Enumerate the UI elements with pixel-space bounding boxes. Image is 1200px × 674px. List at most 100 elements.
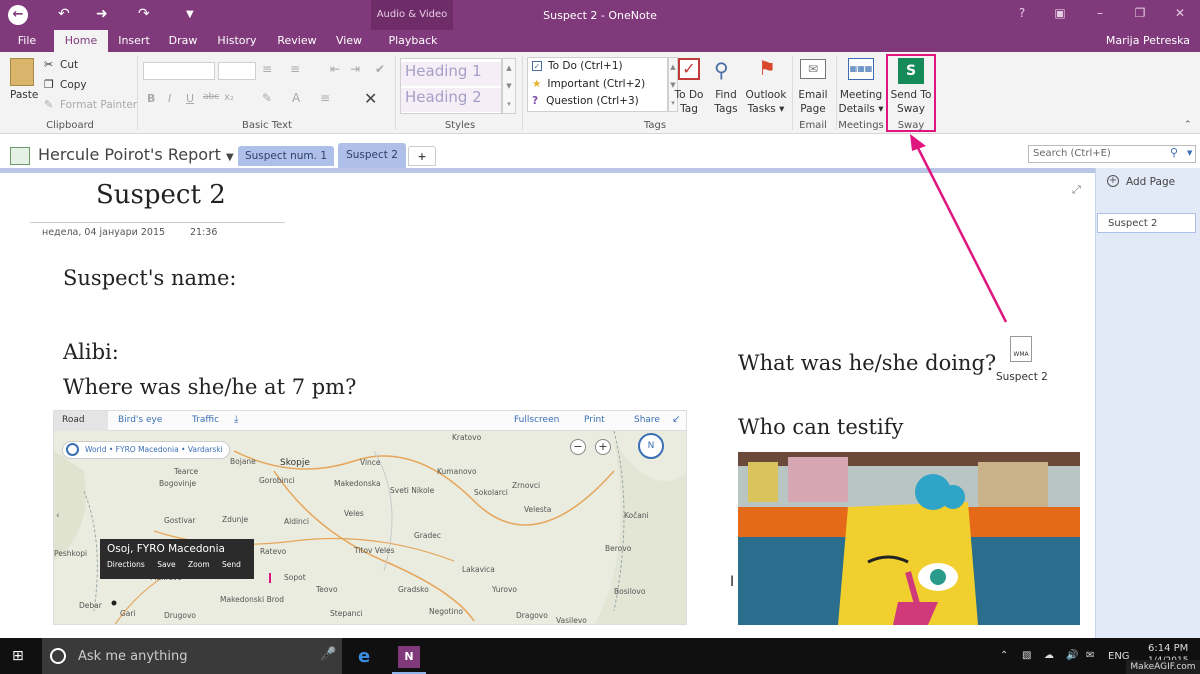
cut-button[interactable]: Cut (60, 59, 78, 71)
highlight-icon[interactable]: ✎ (262, 91, 272, 105)
notebook-name[interactable]: Hercule Poirot's Report ▼ (38, 145, 234, 164)
map-collapse-icon[interactable]: ↙ (672, 414, 680, 425)
cut-icon[interactable]: ✂ (44, 58, 53, 71)
tags-gallery[interactable]: ✓ To Do (Ctrl+1) ★ Important (Ctrl+2) ? Que… (527, 57, 668, 112)
map-breadcrumb[interactable]: World • FYRO Macedonia • Vardarski (62, 441, 230, 459)
search-icon[interactable]: ⚲ (1170, 146, 1178, 159)
map-share-button[interactable]: Share (634, 415, 660, 425)
volume-icon[interactable]: 🔊 (1066, 650, 1078, 661)
paste-button[interactable]: Paste (10, 89, 38, 101)
todo-tag-button[interactable]: To Do Tag (672, 88, 706, 116)
numbering-icon[interactable]: ≡ (290, 62, 300, 76)
attachment-label[interactable]: Suspect 2 (996, 371, 1048, 383)
tab-playback[interactable]: Playback (380, 30, 446, 52)
format-painter-icon[interactable]: ✎ (44, 98, 53, 111)
who-testify-question[interactable]: Who can testify (738, 415, 903, 439)
map-location-popup[interactable]: Osoj, FYRO Macedonia Directions Save Zoo… (100, 539, 254, 579)
copy-button[interactable]: Copy (60, 79, 87, 91)
style-heading-1[interactable]: Heading 1 (401, 62, 501, 86)
tab-review[interactable]: Review (270, 30, 324, 52)
italic-icon[interactable]: I (168, 92, 171, 105)
meeting-details-button[interactable]: Meeting Details ▾ (838, 88, 884, 116)
map-fullscreen-button[interactable]: Fullscreen (514, 415, 559, 425)
strikethrough-icon[interactable]: abc (203, 92, 219, 102)
underline-icon[interactable]: U (186, 92, 194, 105)
section-tab-suspect-2[interactable]: Suspect 2 (338, 143, 406, 168)
taskbar-search[interactable]: Ask me anything 🎤 (42, 638, 342, 674)
minimize-icon[interactable]: – (1080, 6, 1120, 20)
styles-scroll[interactable]: ▲ ▼ ▾ (502, 58, 516, 114)
zoom-in-icon[interactable]: + (595, 439, 611, 455)
style-heading-2[interactable]: Heading 2 (401, 88, 501, 112)
map-image[interactable]: Road Bird's eye Traffic ⤓ Fullscreen Pri… (53, 410, 687, 625)
format-painter-button[interactable]: Format Painter (60, 99, 137, 111)
todo-tag-icon[interactable]: ✓ (678, 58, 700, 80)
map-pan-left-icon[interactable]: ‹ (56, 511, 60, 521)
outlook-tasks-button[interactable]: Outlook Tasks ▾ (744, 88, 788, 116)
font-color-icon[interactable]: A (292, 91, 300, 105)
clock-time[interactable]: 6:14 PM (1148, 643, 1188, 654)
page-list-item[interactable]: Suspect 2 (1097, 213, 1196, 233)
styles-gallery[interactable]: Heading 1 Heading 2 (400, 58, 502, 114)
delete-icon[interactable]: ✕ (364, 89, 377, 108)
align-icon[interactable]: ≡ (320, 91, 330, 105)
map-traffic-button[interactable]: Traffic (192, 415, 219, 425)
what-doing-question[interactable]: What was he/she doing? (738, 351, 996, 375)
witness-photo[interactable] (738, 452, 1080, 625)
onenote-icon[interactable]: N (398, 646, 420, 668)
tag-item[interactable]: ? Question (Ctrl+3) (532, 95, 639, 107)
zoom-out-icon[interactable]: − (570, 439, 586, 455)
email-icon[interactable]: ✉ (800, 59, 826, 79)
add-section-button[interactable]: + (408, 146, 436, 166)
find-tags-button[interactable]: Find Tags (708, 88, 744, 116)
page-title[interactable]: Suspect 2 (96, 180, 226, 210)
ribbon-display-icon[interactable]: ▣ (1040, 6, 1080, 20)
font-size-select[interactable] (218, 62, 256, 80)
alibi-label[interactable]: Alibi: (63, 340, 119, 364)
map-road-button[interactable]: Road (54, 411, 108, 431)
font-family-select[interactable] (143, 62, 215, 80)
network-icon[interactable]: ☁ (1044, 650, 1054, 661)
bold-icon[interactable]: B (147, 92, 155, 105)
chevron-down-icon[interactable]: ▼ (226, 152, 234, 163)
map-download-icon[interactable]: ⤓ (234, 414, 238, 425)
indent-icon[interactable]: ⇥ (350, 62, 360, 76)
help-icon[interactable]: ? (1002, 6, 1042, 20)
edge-icon[interactable]: e (358, 646, 370, 667)
map-popup-send[interactable]: Send (222, 560, 241, 569)
microphone-icon[interactable]: 🎤 (320, 647, 336, 662)
clear-formatting-icon[interactable]: ✔ (375, 62, 385, 76)
suspect-name-label[interactable]: Suspect's name: (63, 266, 236, 290)
bullets-icon[interactable]: ≡ (262, 62, 272, 76)
where-question[interactable]: Where was she/he at 7 pm? (63, 375, 356, 399)
user-name[interactable]: Marija Petreska (1106, 34, 1190, 47)
section-tab-suspect-num-1[interactable]: Suspect num. 1 (238, 146, 334, 166)
paste-icon[interactable] (10, 58, 34, 86)
subscript-icon[interactable]: x₂ (224, 92, 234, 103)
map-print-button[interactable]: Print (584, 415, 605, 425)
compass-icon[interactable]: N (638, 433, 664, 459)
battery-icon[interactable]: ▧ (1022, 650, 1031, 661)
add-page-button[interactable]: Add Page (1126, 176, 1175, 188)
email-page-button[interactable]: Email Page (796, 88, 830, 116)
notifications-icon[interactable]: ✉ (1086, 650, 1094, 661)
map-popup-zoom[interactable]: Zoom (188, 560, 210, 569)
tab-draw[interactable]: Draw (162, 30, 204, 52)
tab-insert[interactable]: Insert (112, 30, 156, 52)
audio-file-icon[interactable]: WMA (1010, 336, 1032, 362)
expand-icon[interactable]: ⤢ (1072, 183, 1081, 197)
search-scope-dropdown[interactable]: ▼ (1187, 149, 1192, 157)
map-popup-directions[interactable]: Directions (107, 560, 145, 569)
outdent-icon[interactable]: ⇤ (330, 62, 340, 76)
find-tags-icon[interactable]: ⚲ (714, 58, 729, 82)
collapse-ribbon-icon[interactable]: ⌃ (1184, 120, 1192, 130)
copy-icon[interactable]: ❐ (44, 78, 54, 91)
tab-view[interactable]: View (330, 30, 368, 52)
windows-start-icon[interactable]: ⊞ (12, 648, 24, 664)
maximize-icon[interactable]: ❐ (1120, 6, 1160, 20)
tab-file[interactable]: File (8, 30, 46, 52)
close-icon[interactable]: ✕ (1160, 6, 1200, 20)
tag-item[interactable]: ✓ To Do (Ctrl+1) (532, 60, 623, 72)
tray-chevron-icon[interactable]: ⌃ (1000, 650, 1008, 661)
map-popup-save[interactable]: Save (157, 560, 175, 569)
